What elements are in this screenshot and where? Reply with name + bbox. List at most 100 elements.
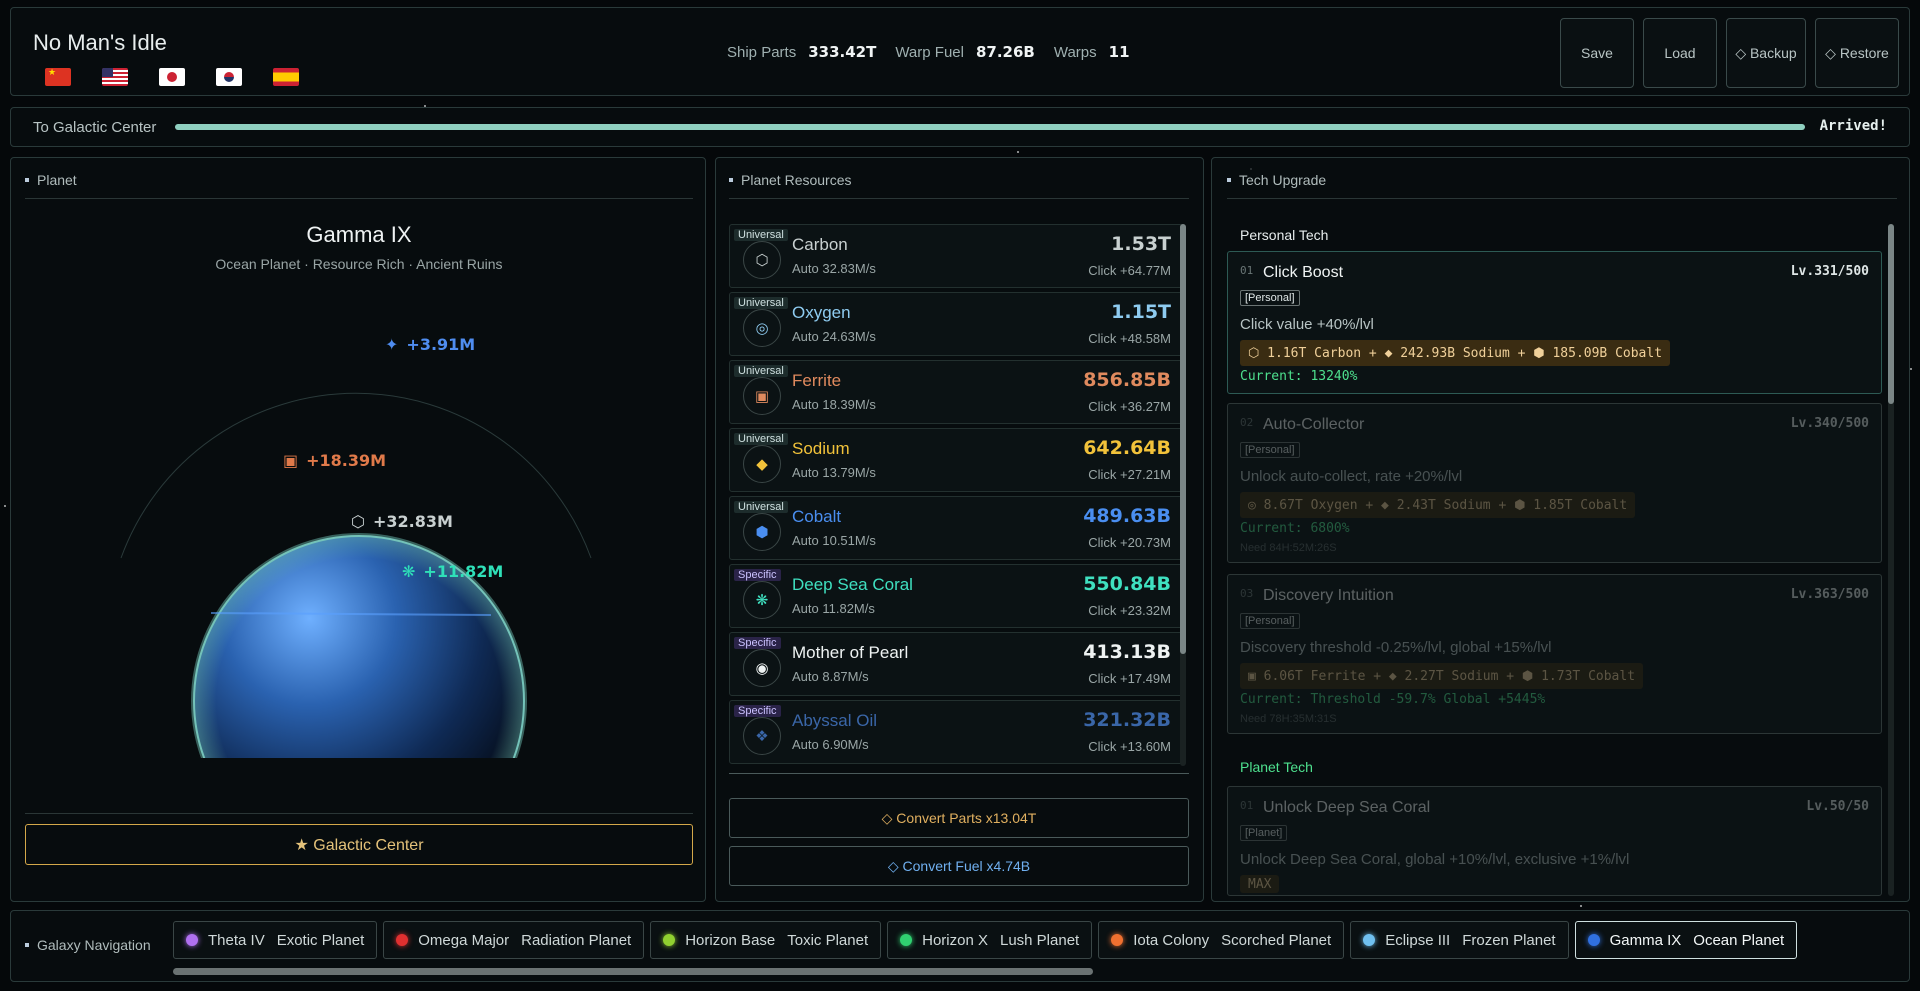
planet-dot-icon	[186, 934, 198, 946]
planet-section-title: Planet	[25, 172, 77, 188]
resource-name: Cobalt	[792, 507, 842, 526]
resource-tag: Specific	[734, 637, 781, 649]
resource-amount: 856.85B	[1083, 369, 1171, 391]
coral-floater-icon: ❋	[402, 562, 416, 581]
tech-section-title: Tech Upgrade	[1227, 172, 1326, 188]
tech-name: Auto-Collector	[1263, 416, 1365, 433]
planet-tab-type: Lush Planet	[999, 931, 1080, 949]
resource-item[interactable]: Universal ⬡ Carbon Auto 32.83M/s 1.53T Click …	[729, 224, 1184, 288]
warps-value: 11	[1108, 43, 1130, 61]
tech-card-discovery-intuition[interactable]: 03 Discovery Intuition Lv.363/500 [Perso…	[1227, 574, 1882, 734]
app-title: No Man's Idle	[33, 30, 167, 55]
flag-cn-icon[interactable]	[45, 68, 71, 86]
planet-tab[interactable]: Theta IV Exotic Planet	[173, 921, 378, 959]
resource-item[interactable]: Universal ⬢ Cobalt Auto 10.51M/s 489.63B Clic…	[729, 496, 1184, 560]
planet-dot-icon	[1363, 934, 1376, 946]
resource-click-value: Click +20.73M	[1088, 535, 1171, 550]
resources-panel: Planet Resources Universal ⬡ Carbon Auto 32…	[715, 157, 1204, 902]
save-button[interactable]: Save	[1560, 18, 1634, 88]
resource-auto-rate: Auto 13.79M/s	[792, 465, 876, 480]
planet-tab[interactable]: Eclipse III Frozen Planet	[1350, 921, 1569, 959]
warps-label: Warps	[1053, 44, 1097, 61]
restore-button[interactable]: ◇ Restore	[1815, 18, 1899, 88]
tech-panel: Tech Upgrade Personal Tech 01 Click Boos…	[1211, 157, 1910, 902]
tech-number: 03	[1240, 587, 1254, 600]
resource-amount: 489.63B	[1083, 505, 1171, 527]
flag-es-icon[interactable]	[273, 68, 299, 86]
divider	[25, 813, 693, 814]
tech-card-auto-collector[interactable]: 02 Auto-Collector Lv.340/500 [Personal] …	[1227, 403, 1882, 563]
tech-description: Discovery threshold -0.25%/lvl, global +…	[1240, 639, 1552, 656]
resource-amount: 1.15T	[1111, 301, 1171, 323]
tech-cost[interactable]: ⬡ 1.16T Carbon + ◆ 242.93B Sodium + ⬢ 18…	[1240, 340, 1671, 366]
resource-tag: Specific	[734, 569, 781, 581]
load-button[interactable]: Load	[1643, 18, 1717, 88]
carbon-floater-icon: ⬡	[351, 512, 365, 531]
resource-item[interactable]: Universal ◎ Oxygen Auto 24.63M/s 1.15T Click …	[729, 292, 1184, 356]
tech-tag: [Personal]	[1240, 442, 1300, 458]
planet-tabs: Theta IV Exotic Planet Omega Major Radiatio…	[173, 921, 1798, 959]
resource-auto-rate: Auto 10.51M/s	[792, 533, 876, 548]
progress-status: Arrived!	[1819, 118, 1887, 134]
planet-tab[interactable]: Iota Colony Scorched Planet	[1098, 921, 1345, 959]
divider	[1227, 198, 1897, 199]
flag-kr-icon[interactable]	[216, 68, 242, 86]
planet-tab-name: Theta IV	[208, 931, 265, 949]
resource-icon: ◆	[743, 445, 781, 483]
tech-name: Discovery Intuition	[1263, 587, 1394, 604]
flag-us-icon[interactable]	[102, 68, 128, 86]
galactic-center-button[interactable]: ★ Galactic Center	[25, 824, 693, 865]
tech-cost: ▣ 6.06T Ferrite + ◆ 2.27T Sodium + ⬢ 1.7…	[1240, 663, 1644, 689]
planet-tab[interactable]: Horizon X Lush Planet	[887, 921, 1093, 959]
nav-scrollbar[interactable]	[173, 968, 1093, 975]
floater-text: +11.82M	[423, 562, 504, 581]
resource-auto-rate: Auto 8.87M/s	[792, 669, 869, 684]
planet-panel: Planet Gamma IX Ocean Planet · Resource …	[10, 157, 706, 902]
planet-tab-type: Exotic Planet	[276, 931, 365, 949]
tech-card-click-boost[interactable]: 01 Click Boost Lv.331/500 [Personal] Cli…	[1227, 251, 1882, 394]
planet-tab[interactable]: Horizon Base Toxic Planet	[650, 921, 882, 959]
convert-parts-button[interactable]: ◇ Convert Parts x13.04T	[729, 798, 1189, 838]
resource-icon: ⬢	[743, 513, 781, 551]
resource-amount: 1.53T	[1111, 233, 1171, 255]
planet-tab[interactable]: Gamma IX Ocean Planet	[1574, 921, 1798, 959]
tech-description: Click value +40%/lvl	[1240, 316, 1374, 333]
planet-subtitle: Ocean Planet · Resource Rich · Ancient R…	[215, 256, 503, 272]
resource-scrollbar[interactable]	[1180, 224, 1186, 766]
cobalt-floater-icon: ✦	[385, 335, 399, 354]
resource-item[interactable]: Specific ❖ Abyssal Oil Auto 6.90M/s 321.32B C…	[729, 700, 1184, 764]
planet-tab-name: Iota Colony	[1133, 931, 1210, 949]
divider	[25, 198, 693, 199]
planet-tab[interactable]: Omega Major Radiation Planet	[383, 921, 645, 959]
divider	[729, 773, 1189, 774]
planet-tab-name: Gamma IX	[1609, 931, 1682, 949]
resource-name: Sodium	[792, 439, 850, 458]
language-flags	[45, 68, 299, 86]
resource-amount: 642.64B	[1083, 437, 1171, 459]
planet-dot-icon	[900, 934, 913, 946]
galaxy-nav-text: Galaxy Navigation	[37, 937, 151, 953]
resource-icon: ▣	[743, 377, 781, 415]
tech-scrollbar[interactable]	[1888, 224, 1894, 896]
planet-tab-name: Omega Major	[418, 931, 510, 949]
backup-button[interactable]: ◇ Backup	[1726, 18, 1806, 88]
flag-jp-icon[interactable]	[159, 68, 185, 86]
floater-carbon: ⬡ +32.83M	[351, 512, 453, 531]
planet-tab-type: Frozen Planet	[1462, 931, 1556, 949]
floater-ferrite: ▣ +18.39M	[283, 451, 386, 470]
resource-click-value: Click +36.27M	[1088, 399, 1171, 414]
tech-tag: [Personal]	[1240, 290, 1300, 306]
app-header: No Man's Idle Ship Parts 333.42T Warp Fu…	[10, 7, 1910, 96]
resource-click-value: Click +27.21M	[1088, 467, 1171, 482]
tech-number: 01	[1240, 799, 1254, 812]
resource-item[interactable]: Universal ◆ Sodium Auto 13.79M/s 642.64B Clic…	[729, 428, 1184, 492]
tech-tag: [Planet]	[1240, 825, 1288, 841]
planet-tab-name: Eclipse III	[1385, 931, 1451, 949]
planet-dot-icon	[1111, 934, 1124, 946]
resource-item[interactable]: Specific ❋ Deep Sea Coral Auto 11.82M/s 550.…	[729, 564, 1184, 628]
tech-card-unlock-coral[interactable]: 01 Unlock Deep Sea Coral Lv.50/50 [Plane…	[1227, 786, 1882, 896]
resource-item[interactable]: Universal ▣ Ferrite Auto 18.39M/s 856.85B Cli…	[729, 360, 1184, 424]
convert-fuel-button[interactable]: ◇ Convert Fuel x4.74B	[729, 846, 1189, 886]
tech-level: Lv.331/500	[1790, 264, 1869, 279]
resource-item[interactable]: Specific ◉ Mother of Pearl Auto 8.87M/s 413.…	[729, 632, 1184, 696]
